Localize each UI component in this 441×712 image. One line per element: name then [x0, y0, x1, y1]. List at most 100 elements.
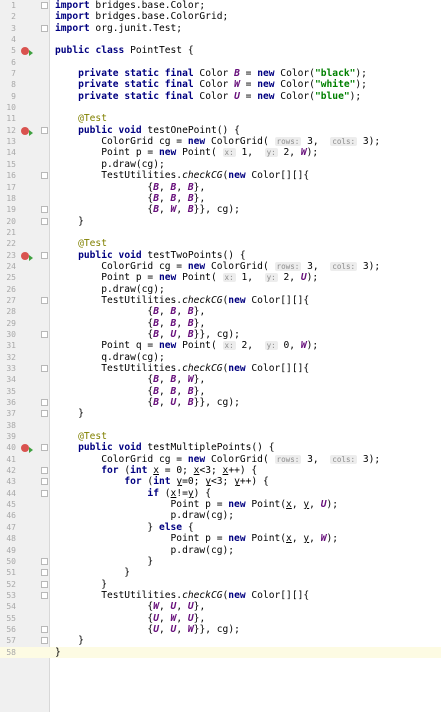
code-line[interactable]: 14 Point p = new Point( x: 1, y: 2, W);	[0, 147, 441, 158]
code-line[interactable]: 7 private static final Color B = new Col…	[0, 68, 441, 79]
code-line[interactable]: 50 }	[0, 556, 441, 567]
code-line[interactable]: 46 p.draw(cg);	[0, 510, 441, 521]
code-line[interactable]: 17 {B, B, B},	[0, 182, 441, 193]
code-line[interactable]: 25 Point p = new Point( x: 1, y: 2, U);	[0, 272, 441, 283]
code-line[interactable]: 22 @Test	[0, 238, 441, 249]
code-text[interactable]: }	[55, 408, 84, 419]
code-line[interactable]: 23 public void testTwoPoints() {	[0, 250, 441, 261]
code-line[interactable]: 9 private static final Color U = new Col…	[0, 91, 441, 102]
code-text[interactable]: import bridges.base.Color;	[55, 0, 205, 11]
fold-marker-icon[interactable]	[41, 399, 48, 407]
code-text[interactable]: for (int x = 0; x<3; x++) {	[55, 465, 257, 476]
code-text[interactable]: } else {	[55, 522, 193, 533]
code-text[interactable]: p.draw(cg);	[55, 510, 235, 521]
code-line[interactable]: 13 ColorGrid cg = new ColorGrid( rows: 3…	[0, 136, 441, 147]
code-line[interactable]: 28 {B, B, B},	[0, 306, 441, 317]
code-text[interactable]: }	[55, 216, 84, 227]
code-line[interactable]: 11 @Test	[0, 113, 441, 124]
fold-marker-icon[interactable]	[41, 251, 48, 259]
code-line[interactable]: 56 {U, U, W}}, cg);	[0, 624, 441, 635]
fold-marker-icon[interactable]	[41, 24, 48, 32]
fold-marker-icon[interactable]	[41, 557, 48, 565]
code-text[interactable]: }	[55, 556, 153, 567]
code-text[interactable]: ColorGrid cg = new ColorGrid( rows: 3, c…	[55, 136, 380, 147]
fold-marker-icon[interactable]	[41, 217, 48, 225]
code-line[interactable]: 1 import bridges.base.Color;	[0, 0, 441, 11]
code-line[interactable]: 30 {B, U, B}}, cg);	[0, 329, 441, 340]
code-text[interactable]: }	[55, 647, 61, 658]
code-text[interactable]: TestUtilities.checkCG(new Color[][]{	[55, 590, 309, 601]
code-line[interactable]: 2 import bridges.base.ColorGrid;	[0, 11, 441, 22]
code-line[interactable]: 33 TestUtilities.checkCG(new Color[][]{	[0, 363, 441, 374]
code-text[interactable]: private static final Color B = new Color…	[55, 68, 367, 79]
code-editor[interactable]: 1 import bridges.base.Color; 2 import bridg…	[0, 0, 441, 712]
code-text[interactable]: private static final Color U = new Color…	[55, 91, 361, 102]
run-test-icon[interactable]	[21, 126, 33, 136]
code-line[interactable]: 41 ColorGrid cg = new ColorGrid( rows: 3…	[0, 454, 441, 465]
code-text[interactable]: {U, U, W}}, cg);	[55, 624, 239, 635]
code-text[interactable]: public void testTwoPoints() {	[55, 250, 246, 261]
code-line[interactable]: 18 {B, B, B},	[0, 193, 441, 204]
code-line[interactable]: 45 Point p = new Point(x, y, U);	[0, 499, 441, 510]
fold-marker-icon[interactable]	[41, 591, 48, 599]
run-test-icon[interactable]	[21, 47, 33, 57]
code-line[interactable]: 16 TestUtilities.checkCG(new Color[][]{	[0, 170, 441, 181]
code-line[interactable]: 8 private static final Color W = new Col…	[0, 79, 441, 90]
code-text[interactable]: public void testMultiplePoints() {	[55, 442, 274, 453]
code-line[interactable]: 42 for (int x = 0; x<3; x++) {	[0, 465, 441, 476]
fold-marker-icon[interactable]	[41, 2, 48, 9]
fold-marker-icon[interactable]	[41, 296, 48, 304]
code-text[interactable]: {B, U, B}}, cg);	[55, 397, 239, 408]
code-line[interactable]: 5 public class PointTest {	[0, 45, 441, 57]
code-text[interactable]: p.draw(cg);	[55, 545, 235, 556]
code-text[interactable]: TestUtilities.checkCG(new Color[][]{	[55, 295, 309, 306]
code-text[interactable]: {B, B, B},	[55, 386, 205, 397]
fold-marker-icon[interactable]	[41, 126, 48, 134]
fold-marker-icon[interactable]	[41, 206, 48, 214]
code-line[interactable]: 20 }	[0, 216, 441, 227]
code-text[interactable]: public void testOnePoint() {	[55, 125, 240, 136]
code-text[interactable]: TestUtilities.checkCG(new Color[][]{	[55, 170, 309, 181]
fold-marker-icon[interactable]	[41, 365, 48, 372]
code-line[interactable]: 26 p.draw(cg);	[0, 284, 441, 295]
code-area[interactable]: 1 import bridges.base.Color; 2 import bridg…	[0, 0, 441, 658]
code-line[interactable]: 39 @Test	[0, 431, 441, 442]
code-line[interactable]: 32 q.draw(cg);	[0, 352, 441, 363]
code-line[interactable]: 24 ColorGrid cg = new ColorGrid( rows: 3…	[0, 261, 441, 272]
fold-marker-icon[interactable]	[41, 580, 48, 588]
code-text[interactable]: ColorGrid cg = new ColorGrid( rows: 3, c…	[55, 454, 380, 465]
code-line[interactable]: 3 import org.junit.Test;	[0, 23, 441, 34]
fold-marker-icon[interactable]	[41, 467, 48, 475]
code-line[interactable]: 51 }	[0, 567, 441, 578]
code-line[interactable]: 52 }	[0, 579, 441, 590]
code-line[interactable]: 36 {B, U, B}}, cg);	[0, 397, 441, 408]
code-line[interactable]: 48 Point p = new Point(x, y, W);	[0, 533, 441, 544]
code-text[interactable]: import org.junit.Test;	[55, 23, 182, 34]
code-line[interactable]: 43 for (int y=0; y<3; y++) {	[0, 476, 441, 487]
code-line[interactable]: 54 {W, U, U},	[0, 601, 441, 612]
code-text[interactable]: TestUtilities.checkCG(new Color[][]{	[55, 363, 309, 374]
fold-marker-icon[interactable]	[41, 569, 48, 577]
code-text[interactable]: Point p = new Point( x: 1, y: 2, W);	[55, 147, 318, 158]
fold-marker-icon[interactable]	[41, 625, 48, 633]
code-text[interactable]: Point q = new Point( x: 2, y: 0, W);	[55, 340, 318, 351]
code-line[interactable]: 27 TestUtilities.checkCG(new Color[][]{	[0, 295, 441, 306]
code-line[interactable]: 29 {B, B, B},	[0, 318, 441, 329]
code-text[interactable]: public class PointTest {	[55, 45, 194, 56]
code-line[interactable]: 44 if (x!=y) {	[0, 488, 441, 499]
code-text[interactable]: {B, B, B},	[55, 193, 205, 204]
code-line[interactable]: 40 public void testMultiplePoints() {	[0, 442, 441, 454]
code-text[interactable]: }	[55, 635, 84, 646]
code-text[interactable]: {W, U, U},	[55, 601, 205, 612]
fold-marker-icon[interactable]	[41, 637, 48, 645]
fold-marker-icon[interactable]	[41, 444, 48, 452]
fold-marker-icon[interactable]	[41, 478, 48, 486]
fold-marker-icon[interactable]	[41, 410, 48, 418]
code-line[interactable]: 55 {U, W, U},	[0, 613, 441, 624]
code-line[interactable]: 37 }	[0, 408, 441, 419]
code-line[interactable]: 15 p.draw(cg);	[0, 159, 441, 170]
code-text[interactable]: }	[55, 579, 107, 590]
code-line[interactable]: 4	[0, 34, 441, 45]
code-text[interactable]: {B, B, B},	[55, 306, 205, 317]
code-line[interactable]: 38	[0, 420, 441, 431]
